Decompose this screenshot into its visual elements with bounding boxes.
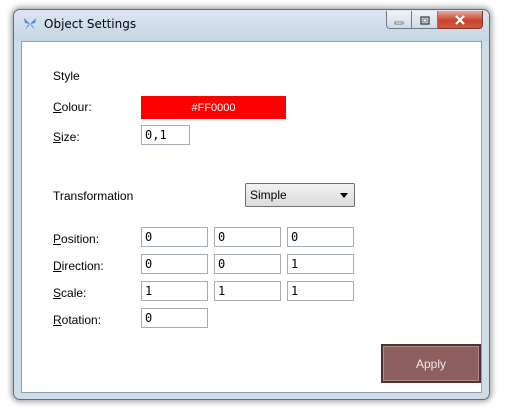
- scale-label: Scale:: [53, 286, 86, 300]
- scale-y-input[interactable]: 1: [214, 281, 281, 301]
- size-input[interactable]: 0,1: [141, 125, 190, 145]
- direction-label-rest: irection:: [61, 259, 104, 273]
- close-icon: [454, 10, 466, 29]
- position-z-input[interactable]: 0: [287, 227, 354, 247]
- transformation-mode-value: Simple: [250, 188, 287, 202]
- transformation-mode-select[interactable]: Simple: [245, 183, 355, 207]
- scale-z-input[interactable]: 1: [287, 281, 354, 301]
- maximize-button[interactable]: [412, 11, 438, 29]
- direction-label-key: D: [53, 259, 62, 273]
- scale-label-key: S: [53, 286, 62, 300]
- chevron-down-icon: [340, 193, 348, 198]
- direction-label: Direction:: [53, 259, 104, 273]
- minimize-icon: [394, 10, 404, 29]
- size-label-rest: ize:: [61, 130, 80, 144]
- colour-picker-button[interactable]: #FF0000: [141, 96, 286, 119]
- window-controls: [386, 11, 483, 30]
- title-bar[interactable]: Object Settings: [14, 10, 489, 41]
- position-x-input[interactable]: 0: [141, 227, 208, 247]
- apply-button-label: Apply: [415, 356, 447, 371]
- object-settings-window: Object Settings Style Colour: #FF0000 Si…: [13, 9, 490, 400]
- rotation-label: Rotation:: [53, 313, 101, 327]
- position-label: Position:: [53, 232, 99, 246]
- window-title: Object Settings: [44, 17, 137, 31]
- position-label-rest: osition:: [61, 232, 100, 246]
- colour-label-key: C: [53, 100, 62, 114]
- direction-y-input[interactable]: 0: [214, 254, 281, 274]
- settings-panel: Style Colour: #FF0000 Size: 0,1 Transfor…: [21, 41, 482, 393]
- rotation-label-rest: otation:: [61, 313, 102, 327]
- scale-label-rest: cale:: [61, 286, 87, 300]
- butterfly-icon: [22, 16, 38, 32]
- transformation-heading: Transformation: [53, 189, 134, 203]
- direction-x-input[interactable]: 0: [141, 254, 208, 274]
- size-label: Size:: [53, 130, 80, 144]
- size-label-key: S: [53, 130, 62, 144]
- direction-z-input[interactable]: 1: [287, 254, 354, 274]
- maximize-icon: [419, 10, 430, 29]
- position-y-input[interactable]: 0: [214, 227, 281, 247]
- style-heading: Style: [53, 69, 80, 83]
- position-label-key: P: [53, 232, 62, 246]
- apply-button[interactable]: Apply: [381, 344, 481, 383]
- scale-x-input[interactable]: 1: [141, 281, 208, 301]
- minimize-button[interactable]: [386, 11, 412, 29]
- rotation-label-key: R: [53, 313, 62, 327]
- colour-label-rest: olour:: [61, 100, 92, 114]
- close-button[interactable]: [438, 11, 483, 29]
- rotation-input[interactable]: 0: [141, 308, 208, 328]
- colour-value: #FF0000: [191, 101, 236, 114]
- colour-label: Colour:: [53, 100, 92, 114]
